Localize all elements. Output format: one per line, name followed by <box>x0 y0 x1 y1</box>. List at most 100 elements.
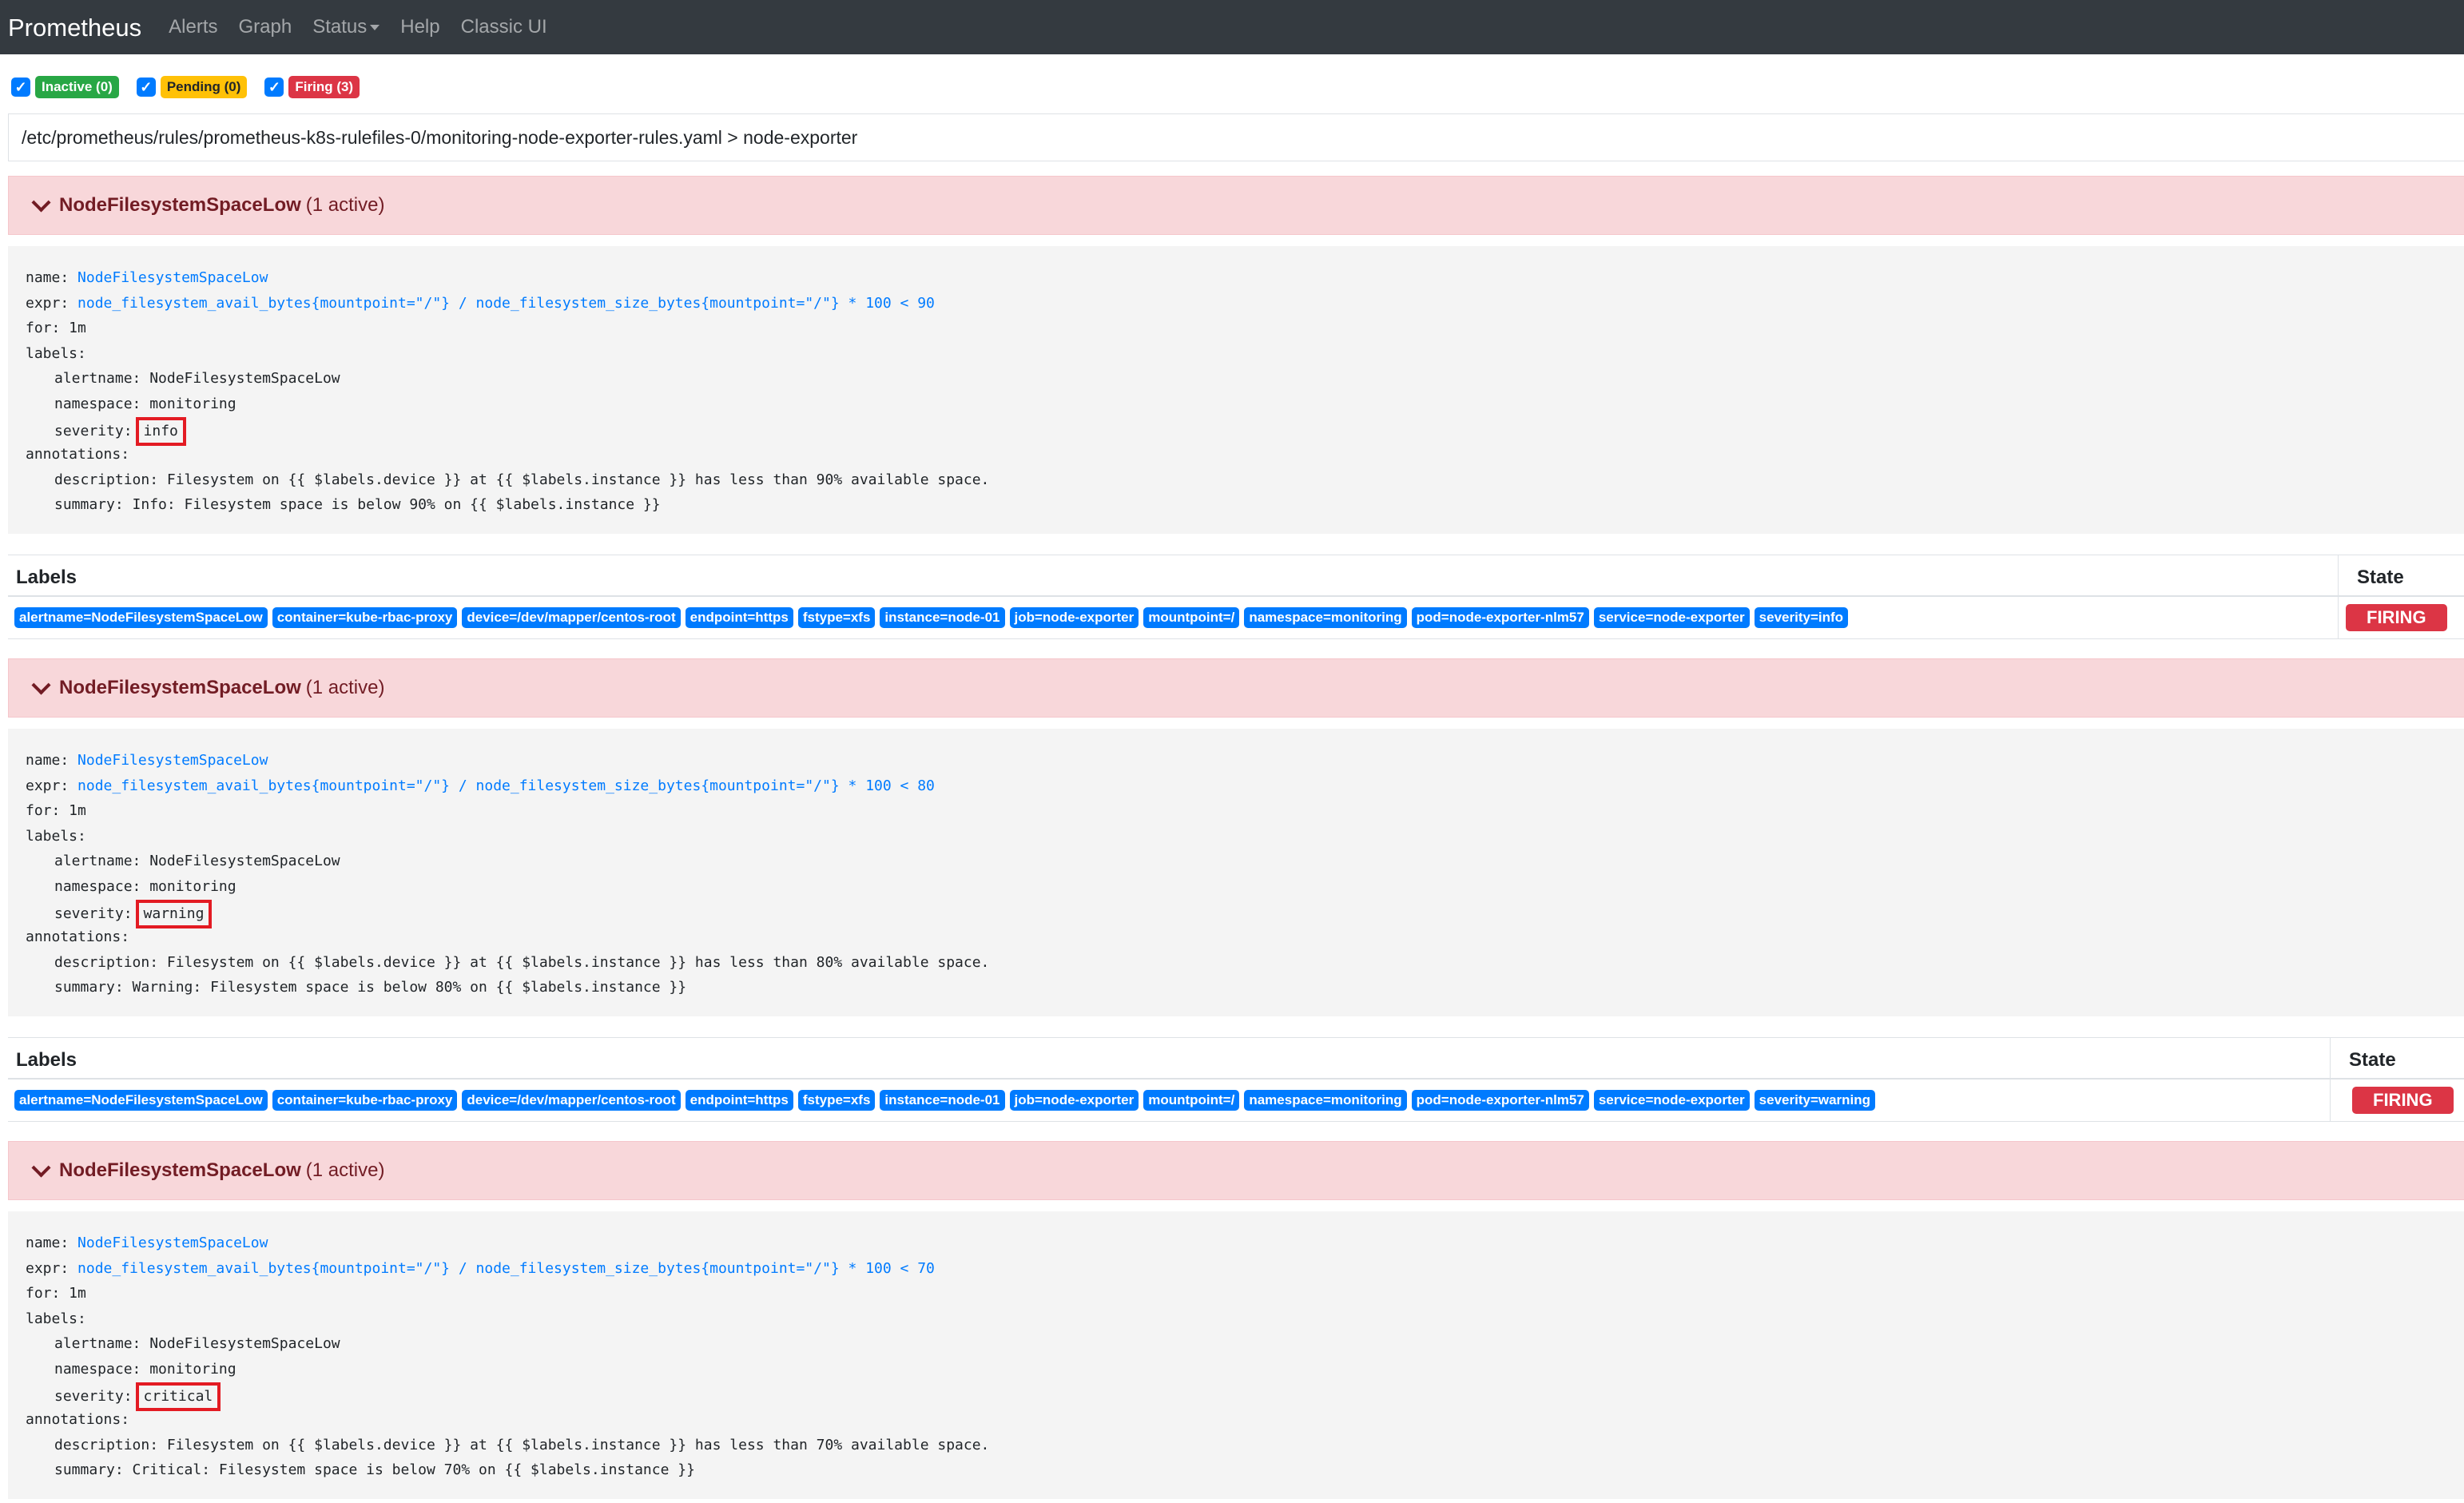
code-for: for: 1m <box>26 802 86 820</box>
rule-title: NodeFilesystemSpaceLow <box>59 1159 301 1181</box>
state-header: State <box>2349 1049 2396 1071</box>
label-badge: fstype=xfs <box>797 1090 876 1111</box>
filter-firing[interactable]: ✓ Firing (3) <box>264 76 360 98</box>
rule-expr-link[interactable]: node_filesystem_avail_bytes{mountpoint="… <box>77 1260 935 1277</box>
caret-down-icon <box>370 24 380 30</box>
state-cell: FIRING <box>2352 1087 2454 1114</box>
code-description: description: Filesystem on {{ $labels.de… <box>54 471 990 488</box>
severity-highlight: critical <box>135 1382 221 1411</box>
alerts-table: Labels State alertname=NodeFilesystemSpa… <box>8 1037 2464 1122</box>
code-labels: labels: <box>26 344 86 362</box>
inactive-badge: Inactive (0) <box>35 76 119 98</box>
rule-active-count: (1 active) <box>305 194 385 216</box>
firing-state-badge: FIRING <box>2346 604 2447 631</box>
label-badge: service=node-exporter <box>1593 1090 1750 1111</box>
code-namespace: namespace: monitoring <box>54 1360 236 1378</box>
rule-expr-link[interactable]: node_filesystem_avail_bytes{mountpoint="… <box>77 777 935 794</box>
label-badge: job=node-exporter <box>1009 607 1139 628</box>
table-row: alertname=NodeFilesystemSpaceLow contain… <box>8 1080 2464 1122</box>
rule-expr-link[interactable]: node_filesystem_avail_bytes{mountpoint="… <box>77 295 935 312</box>
label-badge: pod=node-exporter-nlm57 <box>1411 1090 1589 1111</box>
nav-status-dropdown[interactable]: Status <box>312 16 380 38</box>
code-key: expr: <box>26 294 70 312</box>
state-header: State <box>2357 567 2404 588</box>
label-badge: namespace=monitoring <box>1244 1090 1407 1111</box>
code-annotations: annotations: <box>26 1411 130 1429</box>
filter-inactive[interactable]: ✓ Inactive (0) <box>11 76 119 98</box>
checkbox-checked-icon[interactable]: ✓ <box>264 78 284 97</box>
code-description: description: Filesystem on {{ $labels.de… <box>54 1436 990 1453</box>
label-badge: service=node-exporter <box>1593 607 1750 628</box>
brand-logo[interactable]: Prometheus <box>8 15 141 40</box>
code-summary: summary: Critical: Filesystem space is b… <box>54 1461 695 1479</box>
state-cell: FIRING <box>2346 604 2447 631</box>
checkbox-checked-icon[interactable]: ✓ <box>11 78 30 97</box>
label-badge: mountpoint=/ <box>1143 607 1240 628</box>
code-annotations: annotations: <box>26 928 130 946</box>
chevron-down-icon <box>31 1157 51 1178</box>
rule-title: NodeFilesystemSpaceLow <box>59 194 301 216</box>
column-divider <box>2338 555 2339 595</box>
label-badge: device=/dev/mapper/centos-root <box>462 1090 681 1111</box>
checkbox-checked-icon[interactable]: ✓ <box>136 78 156 97</box>
code-summary: summary: Warning: Filesystem space is be… <box>54 979 687 996</box>
rule-title: NodeFilesystemSpaceLow <box>59 677 301 698</box>
code-summary: summary: Info: Filesystem space is below… <box>54 496 661 514</box>
code-for: for: 1m <box>26 320 86 337</box>
label-badge: fstype=xfs <box>797 607 876 628</box>
label-badge: container=kube-rbac-proxy <box>272 1090 458 1111</box>
rule-header[interactable]: NodeFilesystemSpaceLow (1 active) <box>8 1141 2464 1200</box>
code-severity-key: severity: <box>54 422 133 439</box>
labels-header: Labels <box>16 1049 77 1071</box>
rule-name-link[interactable]: NodeFilesystemSpaceLow <box>77 269 268 286</box>
rule-name-link[interactable]: NodeFilesystemSpaceLow <box>77 752 268 769</box>
rule-header[interactable]: NodeFilesystemSpaceLow (1 active) <box>8 176 2464 235</box>
code-for: for: 1m <box>26 1285 86 1302</box>
code-description: description: Filesystem on {{ $labels.de… <box>54 953 990 971</box>
table-header: Labels State <box>8 1038 2464 1080</box>
labels-cell: alertname=NodeFilesystemSpaceLow contain… <box>8 607 1853 628</box>
state-filters: ✓ Inactive (0) ✓ Pending (0) ✓ Firing (3… <box>0 54 2464 98</box>
code-key: expr: <box>26 1259 70 1277</box>
code-alertname: alertname: NodeFilesystemSpaceLow <box>54 370 340 388</box>
label-badge: container=kube-rbac-proxy <box>272 607 458 628</box>
table-header: Labels State <box>8 555 2464 597</box>
code-labels: labels: <box>26 1310 86 1327</box>
code-key: expr: <box>26 777 70 794</box>
nav-help[interactable]: Help <box>400 16 439 38</box>
rule-definition: name: NodeFilesystemSpaceLow expr: node_f… <box>8 1211 2464 1499</box>
label-badge: instance=node-01 <box>880 607 1005 628</box>
filter-pending[interactable]: ✓ Pending (0) <box>136 76 248 98</box>
nav-status-label: Status <box>312 16 368 38</box>
nav-classic-ui[interactable]: Classic UI <box>461 16 547 38</box>
rule-active-count: (1 active) <box>305 677 385 698</box>
severity-highlight: warning <box>135 899 213 928</box>
rule-active-count: (1 active) <box>305 1159 385 1181</box>
chevron-down-icon <box>31 674 51 695</box>
label-badge: mountpoint=/ <box>1143 1090 1240 1111</box>
code-key: name: <box>26 269 70 286</box>
label-badge: job=node-exporter <box>1009 1090 1139 1111</box>
code-alertname: alertname: NodeFilesystemSpaceLow <box>54 1335 340 1353</box>
labels-cell: alertname=NodeFilesystemSpaceLow contain… <box>8 1090 1880 1111</box>
label-badge: namespace=monitoring <box>1244 607 1407 628</box>
label-badge: endpoint=https <box>685 1090 793 1111</box>
code-alertname: alertname: NodeFilesystemSpaceLow <box>54 853 340 870</box>
label-badge: alertname=NodeFilesystemSpaceLow <box>14 607 268 628</box>
code-namespace: namespace: monitoring <box>54 877 236 895</box>
rule-definition: name: NodeFilesystemSpaceLow expr: node_f… <box>8 729 2464 1016</box>
label-badge: pod=node-exporter-nlm57 <box>1411 607 1589 628</box>
rule-name-link[interactable]: NodeFilesystemSpaceLow <box>77 1235 268 1251</box>
code-key: name: <box>26 752 70 769</box>
rule-header[interactable]: NodeFilesystemSpaceLow (1 active) <box>8 658 2464 718</box>
nav-graph[interactable]: Graph <box>239 16 292 38</box>
label-badge: alertname=NodeFilesystemSpaceLow <box>14 1090 268 1111</box>
nav-alerts[interactable]: Alerts <box>169 16 217 38</box>
code-annotations: annotations: <box>26 446 130 463</box>
code-key: name: <box>26 1235 70 1251</box>
label-badge: severity=warning <box>1754 1090 1876 1111</box>
severity-highlight: info <box>135 416 186 446</box>
pending-badge: Pending (0) <box>160 76 248 98</box>
labels-header: Labels <box>16 567 77 588</box>
column-divider <box>2330 1080 2331 1121</box>
